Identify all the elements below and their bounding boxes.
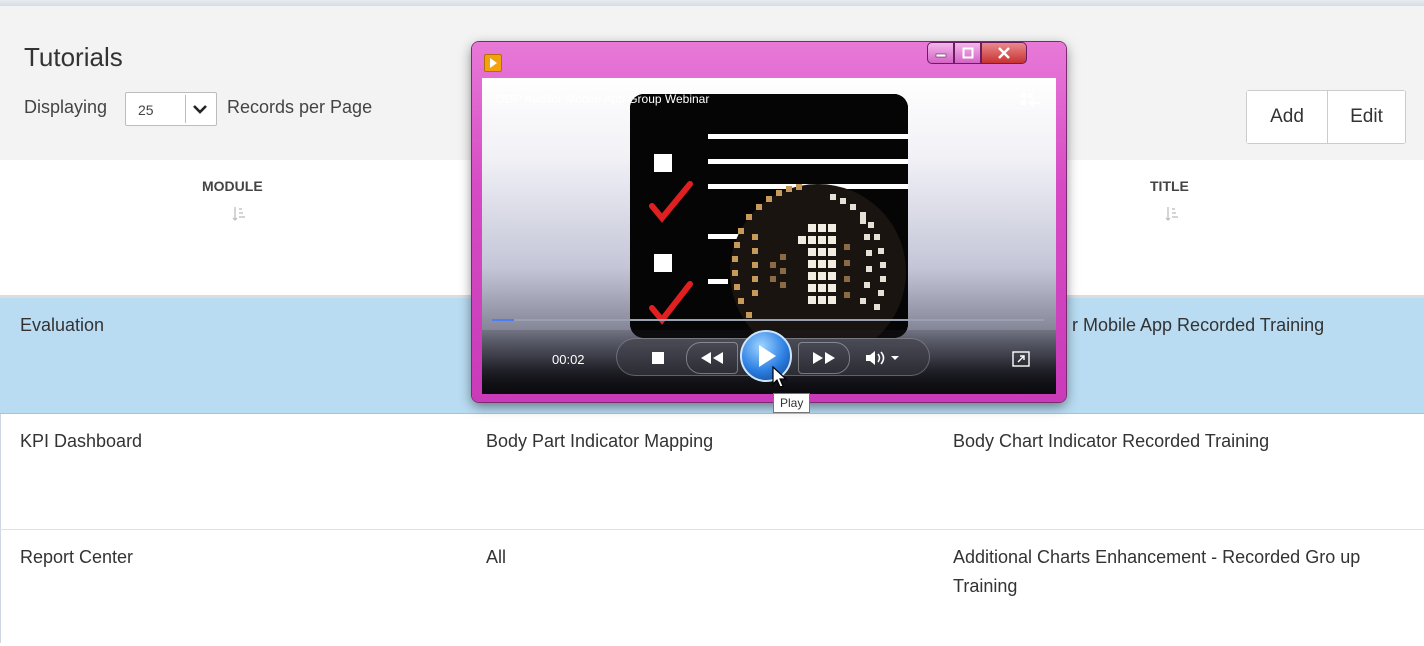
play-tooltip: Play xyxy=(773,393,811,413)
minimize-icon[interactable] xyxy=(927,42,954,64)
records-per-page-select[interactable]: 25 xyxy=(125,92,217,126)
module-cell: Report Center xyxy=(20,547,134,567)
module-cell: KPI Dashboard xyxy=(20,431,143,451)
switch-to-library-icon[interactable] xyxy=(1020,92,1042,113)
window-controls xyxy=(927,42,1027,64)
volume-icon[interactable] xyxy=(865,350,901,371)
records-per-page-value: 25 xyxy=(138,102,154,118)
video-frame xyxy=(630,94,908,338)
video-area[interactable]: OGP Auditor Mobile App Group Webinar 00:… xyxy=(482,78,1056,394)
module-cell: Evaluation xyxy=(20,315,105,335)
fullscreen-icon[interactable] xyxy=(1012,351,1030,372)
title-cell: Body Chart Indicator Recorded Training xyxy=(953,431,1270,451)
media-player-window[interactable]: OGP Auditor Mobile App Group Webinar 00:… xyxy=(472,42,1066,402)
column-header-module[interactable]: MODULE xyxy=(202,178,263,194)
add-button[interactable]: Add xyxy=(1247,91,1328,143)
media-player-icon xyxy=(484,54,502,72)
cursor-icon xyxy=(772,365,788,395)
video-title: OGP Auditor Mobile App Group Webinar xyxy=(495,92,710,106)
submodule-cell: All xyxy=(486,547,507,567)
sort-icon[interactable] xyxy=(1165,206,1179,227)
stop-icon[interactable] xyxy=(651,351,665,370)
table-row[interactable]: Report Center All Additional Charts Enha… xyxy=(0,530,1424,646)
maximize-icon[interactable] xyxy=(954,42,981,64)
records-per-page-label: Records per Page xyxy=(227,97,373,117)
page-title: Tutorials xyxy=(24,42,123,72)
title-cell: Additional Charts Enhancement - Recorded… xyxy=(953,547,1361,596)
chevron-down-icon[interactable] xyxy=(185,95,214,123)
sort-icon[interactable] xyxy=(232,206,246,227)
column-header-title[interactable]: TITLE xyxy=(1150,178,1189,194)
toolbar-button-group: Add Edit xyxy=(1246,90,1406,144)
title-cell: r Mobile App Recorded Training xyxy=(1072,315,1325,335)
table-row[interactable]: KPI Dashboard Body Part Indicator Mappin… xyxy=(0,414,1424,530)
seek-bar[interactable] xyxy=(492,319,1044,321)
submodule-cell: Body Part Indicator Mapping xyxy=(486,431,714,451)
edit-button[interactable]: Edit xyxy=(1328,91,1406,143)
elapsed-time: 00:02 xyxy=(552,352,585,367)
fast-forward-icon[interactable] xyxy=(798,342,850,374)
displaying-label: Displaying xyxy=(24,97,108,117)
close-icon[interactable] xyxy=(981,42,1027,64)
rewind-icon[interactable] xyxy=(686,342,738,374)
seek-bar-fill xyxy=(492,319,515,321)
